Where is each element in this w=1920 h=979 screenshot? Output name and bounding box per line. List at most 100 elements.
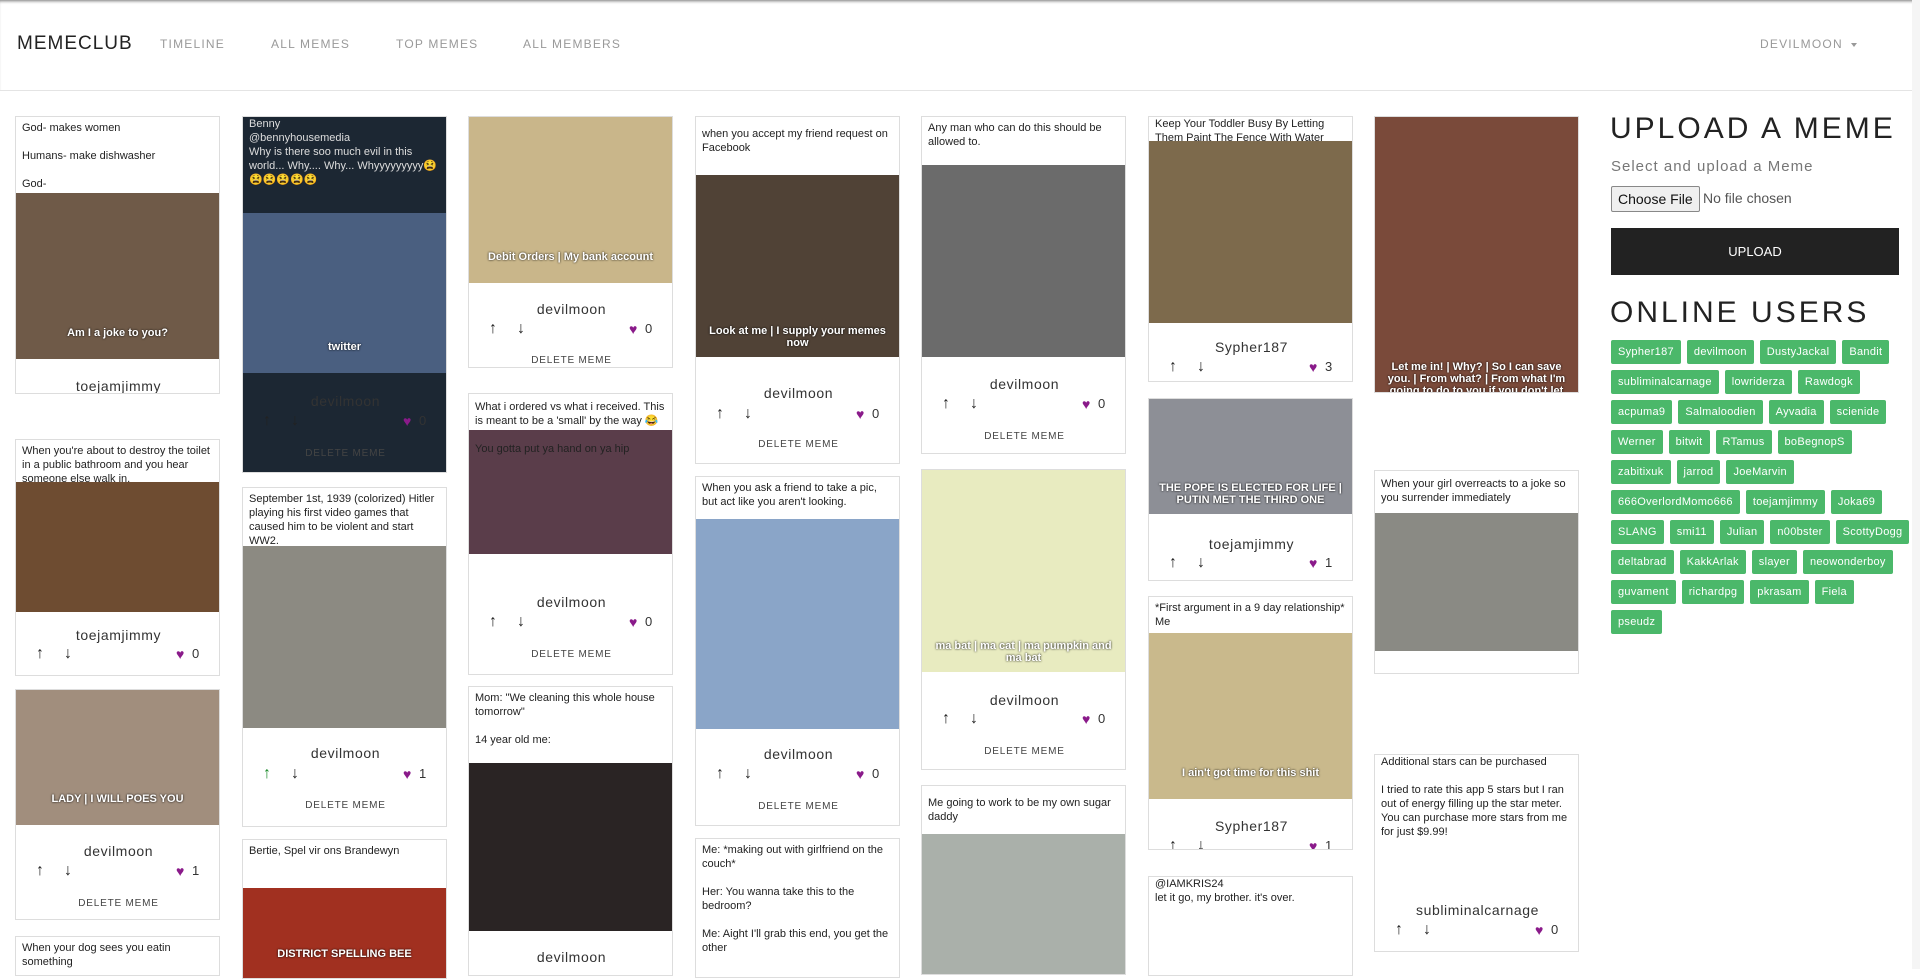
online-user-tag[interactable]: toejamjimmy <box>1745 490 1825 514</box>
downvote-icon[interactable]: ↓ <box>64 646 72 662</box>
scrollbar[interactable] <box>1912 0 1920 969</box>
online-user-tag[interactable]: Salmaloodien <box>1678 400 1763 424</box>
author-name[interactable]: devilmoon <box>469 949 672 965</box>
online-user-tag[interactable]: scienide <box>1829 400 1887 424</box>
upvote-icon[interactable]: ↑ <box>263 413 271 429</box>
heart-icon[interactable]: ♥ <box>403 767 411 781</box>
online-user-tag[interactable]: smi11 <box>1669 520 1714 544</box>
delete-meme-button[interactable]: DELETE MEME <box>469 649 672 660</box>
downvote-icon[interactable]: ↓ <box>517 321 525 337</box>
author-name[interactable]: devilmoon <box>243 393 446 409</box>
online-user-tag[interactable]: boBegnopS <box>1777 430 1852 454</box>
online-user-tag[interactable]: lowriderza <box>1724 370 1792 394</box>
upvote-icon[interactable]: ↑ <box>942 711 950 727</box>
upvote-icon[interactable]: ↑ <box>489 614 497 630</box>
online-user-tag[interactable]: JoeMarvin <box>1726 460 1794 484</box>
author-name[interactable]: devilmoon <box>469 594 672 610</box>
nav-timeline[interactable]: TIMELINE <box>160 37 225 51</box>
online-user-tag[interactable]: Rawdogk <box>1797 370 1860 394</box>
heart-icon[interactable]: ♥ <box>1535 923 1543 937</box>
author-name[interactable]: subliminalcarnage <box>1375 902 1578 918</box>
author-name[interactable]: devilmoon <box>922 376 1125 392</box>
author-name[interactable]: devilmoon <box>696 385 899 401</box>
online-user-tag[interactable]: bitwit <box>1668 430 1710 454</box>
user-menu[interactable]: DEVILMOON <box>1760 37 1857 51</box>
online-user-tag[interactable]: subliminalcarnage <box>1611 370 1719 394</box>
downvote-icon[interactable]: ↓ <box>970 396 978 412</box>
author-name[interactable]: devilmoon <box>696 746 899 762</box>
online-user-tag[interactable]: devilmoon <box>1686 340 1754 364</box>
upvote-icon[interactable]: ↑ <box>1169 838 1177 850</box>
author-name[interactable]: devilmoon <box>922 692 1125 708</box>
online-user-tag[interactable]: KakkArlak <box>1679 550 1746 574</box>
heart-icon[interactable]: ♥ <box>1082 397 1090 411</box>
heart-icon[interactable]: ♥ <box>1309 360 1317 374</box>
author-name[interactable]: devilmoon <box>469 301 672 317</box>
downvote-icon[interactable]: ↓ <box>1197 838 1205 850</box>
author-name[interactable]: devilmoon <box>16 843 219 859</box>
online-user-tag[interactable]: Ayvadia <box>1768 400 1824 424</box>
upvote-icon[interactable]: ↑ <box>36 646 44 662</box>
heart-icon[interactable]: ♥ <box>1309 556 1317 570</box>
online-user-tag[interactable]: Werner <box>1611 430 1663 454</box>
heart-icon[interactable]: ♥ <box>856 407 864 421</box>
heart-icon[interactable]: ♥ <box>629 322 637 336</box>
online-user-tag[interactable]: jarrod <box>1676 460 1721 484</box>
downvote-icon[interactable]: ↓ <box>291 413 299 429</box>
heart-icon[interactable]: ♥ <box>1309 839 1317 849</box>
delete-meme-button[interactable]: DELETE MEME <box>696 439 899 450</box>
online-user-tag[interactable]: SLANG <box>1611 520 1664 544</box>
nav-all-memes[interactable]: ALL MEMES <box>271 37 350 51</box>
online-user-tag[interactable]: n00bster <box>1770 520 1830 544</box>
downvote-icon[interactable]: ↓ <box>517 614 525 630</box>
online-user-tag[interactable]: RTamus <box>1715 430 1772 454</box>
upload-button[interactable]: UPLOAD <box>1611 228 1899 275</box>
delete-meme-button[interactable]: DELETE MEME <box>16 898 219 909</box>
online-user-tag[interactable]: 666OverlordMomo666 <box>1611 490 1740 514</box>
heart-icon[interactable]: ♥ <box>856 767 864 781</box>
online-user-tag[interactable]: slayer <box>1751 550 1797 574</box>
author-name[interactable]: toejamjimmy <box>16 378 219 393</box>
author-name[interactable]: toejamjimmy <box>1149 536 1352 552</box>
online-user-tag[interactable]: neowonderboy <box>1802 550 1893 574</box>
online-user-tag[interactable]: Joka69 <box>1830 490 1883 514</box>
author-name[interactable]: toejamjimmy <box>16 627 219 643</box>
upvote-icon[interactable]: ↑ <box>489 321 497 337</box>
online-user-tag[interactable]: ScottyDogg <box>1835 520 1910 544</box>
downvote-icon[interactable]: ↓ <box>64 863 72 879</box>
delete-meme-button[interactable]: DELETE MEME <box>469 355 672 366</box>
brand-logo[interactable]: MEMECLUB <box>17 33 133 55</box>
online-user-tag[interactable]: Fiela <box>1814 580 1854 604</box>
heart-icon[interactable]: ♥ <box>629 615 637 629</box>
author-name[interactable]: Sypher187 <box>1149 818 1352 834</box>
downvote-icon[interactable]: ↓ <box>1197 555 1205 571</box>
online-user-tag[interactable]: Sypher187 <box>1611 340 1681 364</box>
heart-icon[interactable]: ♥ <box>403 414 411 428</box>
online-user-tag[interactable]: pseudz <box>1611 610 1663 634</box>
upvote-icon[interactable]: ↑ <box>1169 555 1177 571</box>
downvote-icon[interactable]: ↓ <box>970 711 978 727</box>
online-user-tag[interactable]: guvament <box>1611 580 1676 604</box>
downvote-icon[interactable]: ↓ <box>1423 922 1431 938</box>
upvote-icon[interactable]: ↑ <box>716 766 724 782</box>
upvote-icon[interactable]: ↑ <box>36 863 44 879</box>
author-name[interactable]: Sypher187 <box>1149 339 1352 355</box>
online-user-tag[interactable]: acpuma9 <box>1611 400 1673 424</box>
downvote-icon[interactable]: ↓ <box>744 766 752 782</box>
delete-meme-button[interactable]: DELETE MEME <box>243 448 446 459</box>
downvote-icon[interactable]: ↓ <box>1197 359 1205 375</box>
delete-meme-button[interactable]: DELETE MEME <box>243 800 446 811</box>
choose-file-button[interactable]: Choose File <box>1611 186 1700 212</box>
delete-meme-button[interactable]: DELETE MEME <box>922 746 1125 757</box>
upvote-icon[interactable]: ↑ <box>1169 359 1177 375</box>
upvote-icon[interactable]: ↑ <box>942 396 950 412</box>
online-user-tag[interactable]: zabitixuk <box>1611 460 1671 484</box>
delete-meme-button[interactable]: DELETE MEME <box>922 431 1125 442</box>
nav-top-memes[interactable]: TOP MEMES <box>396 37 478 51</box>
heart-icon[interactable]: ♥ <box>176 647 184 661</box>
heart-icon[interactable]: ♥ <box>1082 712 1090 726</box>
upvote-icon[interactable]: ↑ <box>716 406 724 422</box>
upvote-icon[interactable]: ↑ <box>263 766 271 782</box>
online-user-tag[interactable]: pkrasam <box>1750 580 1809 604</box>
author-name[interactable]: devilmoon <box>243 745 446 761</box>
